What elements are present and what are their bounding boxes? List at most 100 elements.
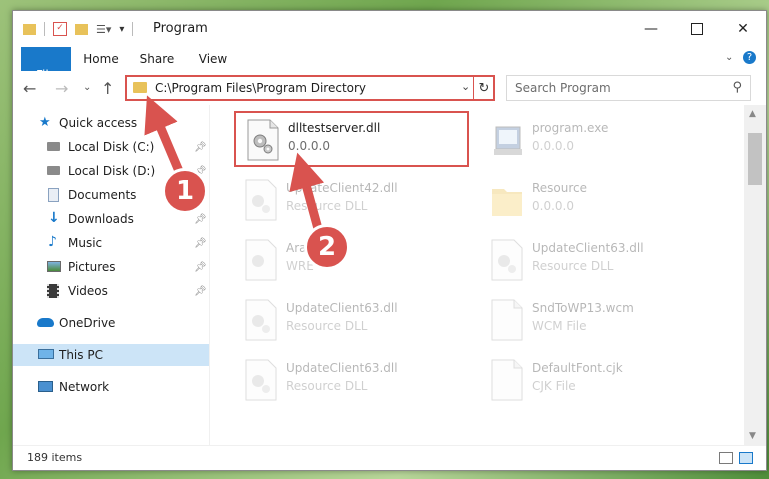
file-item-sndtowp13[interactable]: SndToWP13.wcm WCM File (480, 293, 715, 349)
pin-icon[interactable]: 📌︎ (194, 262, 207, 273)
search-box[interactable]: Search Program ⚲ (506, 75, 751, 101)
documents-icon (48, 188, 59, 202)
file-name: Resource (532, 181, 588, 195)
scroll-down-icon[interactable]: ▼ (749, 431, 756, 441)
file-item-updateclient63-b[interactable]: UpdateClient63.dll Resource DLL (234, 293, 469, 349)
sidebar-item-local-disk-c[interactable]: Local Disk (C:) 📌︎ (13, 136, 209, 158)
sidebar-item-videos[interactable]: Videos 📌︎ (13, 280, 209, 302)
new-folder-icon[interactable] (75, 23, 88, 35)
window-title: Program (153, 21, 208, 36)
status-bar: 189 items (13, 445, 766, 470)
dll-file-icon (244, 299, 278, 341)
dropdown-icon[interactable]: ▾ (119, 24, 124, 35)
scroll-up-icon[interactable]: ▲ (749, 109, 756, 119)
minimize-button[interactable]: — (628, 11, 674, 47)
file-type: Resource DLL (532, 259, 614, 273)
sidebar-item-label: Network (59, 380, 110, 394)
star-icon: ★ (39, 115, 51, 130)
pin-icon[interactable]: 📌︎ (194, 238, 207, 249)
file-list: dlltestserver.dll 0.0.0.0 program.exe 0.… (210, 105, 744, 445)
back-arrow-icon[interactable]: ← (23, 79, 36, 98)
sidebar-item-music[interactable]: ♪ Music 📌︎ (13, 232, 209, 254)
file-icon (490, 359, 524, 401)
chevron-down-icon[interactable]: ⌄ (461, 80, 470, 93)
quick-access-toolbar: ✓ ☰▾ ▾ (23, 20, 139, 38)
large-icons-view-icon[interactable] (739, 452, 753, 464)
scrollbar-thumb[interactable] (748, 133, 762, 185)
up-arrow-icon[interactable]: ↑ (101, 79, 114, 98)
details-view-icon[interactable] (719, 452, 733, 464)
close-button[interactable]: ✕ (720, 11, 766, 47)
file-name: program.exe (532, 121, 609, 135)
file-item-resource-folder[interactable]: Resource 0.0.0.0 (480, 173, 715, 229)
address-path[interactable]: C:\Program Files\Program Directory (155, 81, 366, 95)
pin-icon[interactable]: 📌︎ (194, 142, 207, 153)
help-icon[interactable]: ? (743, 51, 756, 64)
properties-icon[interactable]: ✓ (53, 22, 67, 36)
file-type: CJK File (532, 379, 576, 393)
music-icon: ♪ (48, 234, 57, 250)
file-type: Resource DLL (286, 379, 368, 393)
dll-file-icon (244, 179, 278, 221)
sidebar-item-quick-access[interactable]: ★ Quick access (13, 112, 209, 134)
search-placeholder: Search Program (515, 81, 611, 95)
file-name: UpdateClient63.dll (286, 361, 398, 375)
sidebar-item-label: Videos (68, 284, 108, 298)
title-bar: ✓ ☰▾ ▾ Program — ✕ (13, 11, 766, 47)
sidebar-item-label: Pictures (68, 260, 116, 274)
navigation-bar: ← → ⌄ ↑ C:\Program Files\Program Directo… (13, 71, 766, 105)
file-type: Resource DLL (286, 199, 368, 213)
network-icon (38, 381, 53, 392)
search-icon[interactable]: ⚲ (732, 80, 742, 95)
refresh-button[interactable]: ↻ (473, 77, 494, 99)
address-bar[interactable]: C:\Program Files\Program Directory ⌄ ↻ (125, 75, 495, 101)
computer-icon (38, 349, 54, 359)
sidebar-item-this-pc[interactable]: This PC (13, 344, 209, 366)
sidebar-item-label: OneDrive (59, 316, 116, 330)
sidebar-item-label: This PC (59, 348, 103, 362)
callout-badge-2: 2 (304, 224, 350, 270)
sidebar-item-onedrive[interactable]: OneDrive (13, 312, 209, 334)
sidebar-item-label: Local Disk (D:) (68, 164, 156, 178)
minimize-icon: — (644, 21, 658, 37)
recent-locations-icon[interactable]: ⌄ (83, 82, 91, 93)
file-name: UpdateClient63.dll (532, 241, 644, 255)
dll-file-icon (244, 359, 278, 401)
download-icon: ↓ (48, 210, 60, 226)
file-name: UpdateClient42.dll (286, 181, 398, 195)
dll-file-icon (246, 119, 280, 161)
sidebar-item-label: Music (68, 236, 103, 250)
folder-icon[interactable] (23, 23, 36, 35)
vertical-scrollbar[interactable]: ▲ ▼ (744, 105, 766, 445)
sidebar-item-pictures[interactable]: Pictures 📌︎ (13, 256, 209, 278)
file-item-arabic[interactable]: Arabic.dll WRE (234, 233, 469, 289)
forward-arrow-icon[interactable]: → (55, 79, 68, 98)
callout-badge-1: 1 (162, 168, 208, 214)
file-item-program-exe[interactable]: program.exe 0.0.0.0 (480, 113, 715, 169)
pictures-icon (47, 261, 61, 272)
file-version: 0.0.0.0 (532, 199, 574, 213)
cloud-icon (37, 318, 54, 327)
dll-file-icon (490, 239, 524, 281)
chevron-down-icon[interactable]: ⌄ (725, 52, 733, 63)
maximize-button[interactable] (674, 11, 720, 47)
customize-icon[interactable]: ☰▾ (96, 23, 111, 36)
file-item-updateclient42[interactable]: UpdateClient42.dll Resource DLL (234, 173, 469, 229)
file-item-dlltestserver[interactable]: dlltestserver.dll 0.0.0.0 (234, 111, 469, 167)
file-version: 0.0.0.0 (288, 139, 330, 153)
tab-home[interactable]: Home (77, 47, 125, 71)
sidebar-item-network[interactable]: Network (13, 376, 209, 398)
tab-share[interactable]: Share (133, 47, 181, 71)
pin-icon[interactable]: 📌︎ (194, 286, 207, 297)
videos-icon (47, 284, 59, 298)
file-item-defaultfont[interactable]: DefaultFont.cjk CJK File (480, 353, 715, 409)
exe-file-icon (490, 119, 524, 161)
tab-view[interactable]: View (189, 47, 237, 71)
refresh-icon: ↻ (478, 80, 490, 96)
maximize-icon (691, 23, 703, 35)
pin-icon[interactable]: 📌︎ (194, 214, 207, 225)
file-item-updateclient63-a[interactable]: UpdateClient63.dll Resource DLL (480, 233, 715, 289)
file-type: Resource DLL (286, 319, 368, 333)
ribbon: File Home Share View ⌄ ? (13, 47, 766, 103)
file-item-updateclient63-c[interactable]: UpdateClient63.dll Resource DLL (234, 353, 469, 409)
